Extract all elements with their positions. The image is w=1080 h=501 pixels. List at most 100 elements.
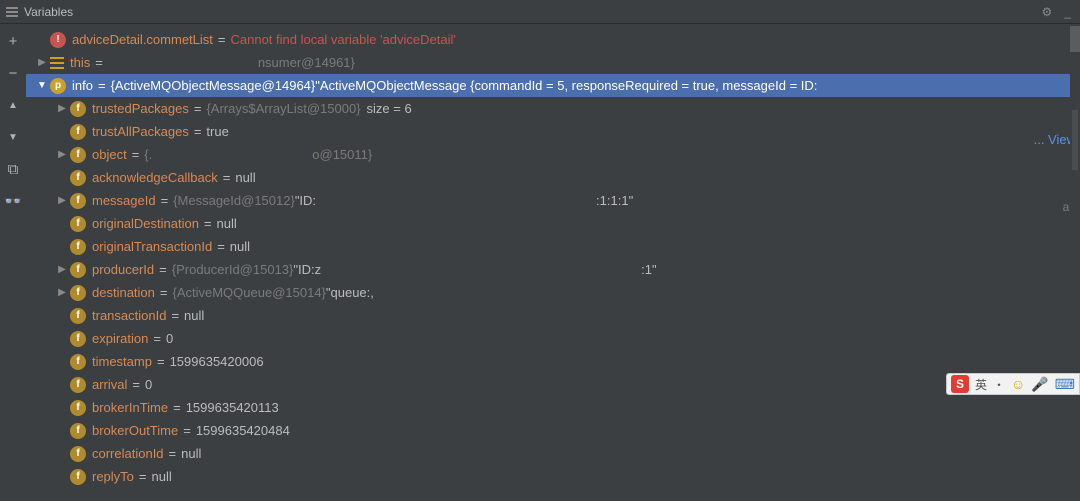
move-up-button[interactable]: ▲: [4, 96, 22, 114]
variable-row[interactable]: ▶f messageId={MessageId@15012} "ID: :1:1:1…: [26, 189, 1080, 212]
ime-lang[interactable]: 英: [975, 376, 987, 393]
variable-name: originalDestination: [92, 216, 199, 231]
field-badge-icon: f: [70, 354, 86, 370]
expand-icon[interactable]: ▶: [56, 149, 68, 160]
equals-sign: =: [218, 170, 236, 185]
expand-icon[interactable]: ▶: [36, 57, 48, 68]
object-reference: {ActiveMQQueue@15014}: [172, 285, 325, 300]
ime-mic-icon[interactable]: 🎤: [1031, 376, 1048, 393]
value-tail: nsumer@14961}: [258, 55, 355, 70]
variable-value: 1599635420006: [170, 354, 264, 369]
ime-keyboard-icon[interactable]: ⌨: [1055, 376, 1075, 393]
variable-row[interactable]: f trustAllPackages=true: [26, 120, 1080, 143]
vertical-scrollbar[interactable]: [1070, 24, 1080, 501]
variable-row[interactable]: ftimestamp=1599635420006: [26, 350, 1080, 373]
variable-name: object: [92, 147, 127, 162]
error-badge-icon: !: [50, 32, 66, 48]
expand-icon[interactable]: ▶: [56, 195, 68, 206]
variable-row[interactable]: farrival=0: [26, 373, 1080, 396]
field-badge-icon: f: [70, 216, 86, 232]
variable-row[interactable]: fexpiration=0: [26, 327, 1080, 350]
value-tail: :1:1:1": [596, 193, 633, 208]
variable-value: null: [217, 216, 237, 231]
variable-value: null: [152, 469, 172, 484]
field-badge-icon: f: [70, 400, 86, 416]
field-badge-icon: f: [70, 262, 86, 278]
variable-value: 1599635420484: [196, 423, 290, 438]
ime-smile-icon[interactable]: ☺: [1011, 376, 1025, 392]
variable-row[interactable]: ▶fproducerId={ProducerId@15013} "ID:z:1": [26, 258, 1080, 281]
field-badge-icon: f: [70, 308, 86, 324]
variables-tree[interactable]: !adviceDetail.commetList=Cannot find loc…: [26, 24, 1080, 501]
collection-size: size = 6: [361, 101, 412, 116]
variable-row[interactable]: foriginalTransactionId=null: [26, 235, 1080, 258]
equals-sign: =: [199, 216, 217, 231]
equals-sign: =: [156, 193, 174, 208]
object-reference: {MessageId@15012}: [173, 193, 295, 208]
variable-name: brokerInTime: [92, 400, 168, 415]
settings-icon[interactable]: ⚙: [1039, 5, 1056, 19]
field-badge-icon: f: [70, 193, 86, 209]
move-down-button[interactable]: ▼: [4, 128, 22, 146]
variable-row[interactable]: ▶ftrustedPackages={Arrays$ArrayList@1500…: [26, 97, 1080, 120]
panel-header-right: ⚙ _: [1039, 5, 1074, 19]
variables-icon: [6, 7, 18, 17]
equals-sign: =: [189, 101, 207, 116]
variable-name: acknowledgeCallback: [92, 170, 218, 185]
variable-row[interactable]: ▶fdestination={ActiveMQQueue@15014} "que…: [26, 281, 1080, 304]
collapse-icon[interactable]: ▼: [36, 80, 48, 91]
variable-row[interactable]: fcorrelationId=null: [26, 442, 1080, 465]
ime-toolbar[interactable]: S 英 ・ ☺ 🎤 ⌨: [946, 373, 1080, 395]
equals-sign: =: [168, 400, 186, 415]
variable-value: 0: [145, 377, 152, 392]
expand-icon[interactable]: ▶: [56, 264, 68, 275]
remove-watch-button[interactable]: −: [4, 64, 22, 82]
variable-value: true: [206, 124, 228, 139]
value-tail: o@15011}: [312, 147, 372, 162]
variable-row[interactable]: !adviceDetail.commetList=Cannot find loc…: [26, 28, 1080, 51]
variable-name: info: [72, 78, 93, 93]
expand-icon[interactable]: ▶: [56, 287, 68, 298]
copy-button[interactable]: ⧉: [4, 160, 22, 178]
variable-row[interactable]: facknowledgeCallback=null: [26, 166, 1080, 189]
field-badge-icon: f: [70, 147, 86, 163]
ime-logo-icon[interactable]: S: [951, 375, 969, 393]
variable-value: "ID:: [295, 193, 316, 208]
panel-header: Variables ⚙ _: [0, 0, 1080, 24]
equals-sign: =: [213, 32, 231, 47]
equals-sign: =: [154, 262, 172, 277]
glasses-icon[interactable]: 👓: [4, 192, 22, 210]
add-watch-button[interactable]: +: [4, 32, 22, 50]
minimize-icon[interactable]: _: [1061, 5, 1074, 19]
value-tail: :1": [641, 262, 656, 277]
equals-sign: =: [164, 446, 182, 461]
variable-name: producerId: [92, 262, 154, 277]
left-toolbar: + − ▲ ▼ ⧉ 👓: [0, 24, 26, 501]
scroll-marker: [1070, 26, 1080, 52]
variable-row[interactable]: ▼pinfo={ActiveMQObjectMessage@14964} "Ac…: [26, 74, 1080, 97]
variable-name: messageId: [92, 193, 156, 208]
expand-icon[interactable]: ▶: [56, 103, 68, 114]
variable-value: "ID:z: [293, 262, 321, 277]
variable-row[interactable]: ▶fobject={.o@15011}: [26, 143, 1080, 166]
variable-row[interactable]: fbrokerOutTime=1599635420484: [26, 419, 1080, 442]
variable-row[interactable]: fbrokerInTime=1599635420113: [26, 396, 1080, 419]
variable-name: replyTo: [92, 469, 134, 484]
variable-row[interactable]: f originalDestination=null: [26, 212, 1080, 235]
field-badge-icon: f: [70, 124, 86, 140]
variable-row[interactable]: ftransactionId=null: [26, 304, 1080, 327]
equals-sign: =: [155, 285, 173, 300]
field-badge-icon: f: [70, 423, 86, 439]
equals-sign: =: [189, 124, 207, 139]
equals-sign: =: [127, 147, 145, 162]
variable-row[interactable]: freplyTo=null: [26, 465, 1080, 488]
variable-row[interactable]: ▶this=nsumer@14961}: [26, 51, 1080, 74]
variable-name: trustAllPackages: [92, 124, 189, 139]
variable-name: correlationId: [92, 446, 164, 461]
variable-name: arrival: [92, 377, 127, 392]
variable-name: this: [70, 55, 90, 70]
ime-dot-icon[interactable]: ・: [993, 376, 1005, 393]
variable-value: null: [181, 446, 201, 461]
this-object-icon: [50, 57, 64, 69]
panel-header-left: Variables: [6, 5, 73, 19]
